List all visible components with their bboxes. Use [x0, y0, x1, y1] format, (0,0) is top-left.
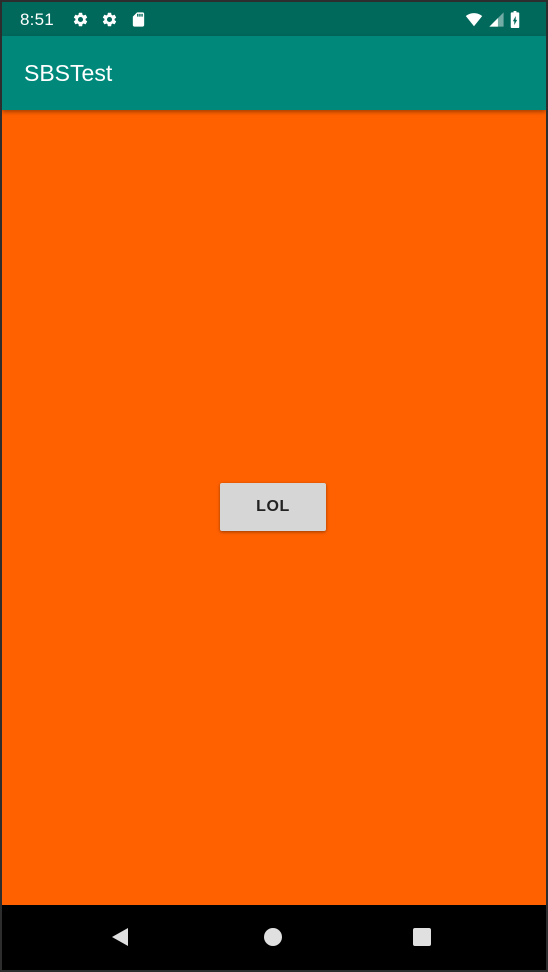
signal-icon	[488, 11, 505, 28]
recents-icon[interactable]	[409, 924, 435, 950]
lol-button[interactable]: LOL	[220, 483, 326, 531]
gear-icon	[72, 11, 89, 28]
sd-card-icon	[130, 11, 147, 28]
device-frame: 8:51 SBSTest LOL	[0, 0, 548, 972]
main-content: LOL	[2, 110, 546, 905]
screen: 8:51 SBSTest LOL	[2, 2, 546, 970]
status-bar: 8:51	[2, 2, 546, 36]
gear-icon	[101, 11, 118, 28]
status-time: 8:51	[20, 10, 54, 29]
wifi-icon	[464, 11, 484, 28]
back-icon[interactable]	[108, 924, 134, 950]
app-title: SBSTest	[24, 60, 113, 86]
navigation-bar	[2, 905, 546, 970]
home-icon[interactable]	[260, 924, 286, 950]
app-bar: SBSTest	[2, 36, 546, 110]
battery-charging-icon	[509, 11, 521, 28]
